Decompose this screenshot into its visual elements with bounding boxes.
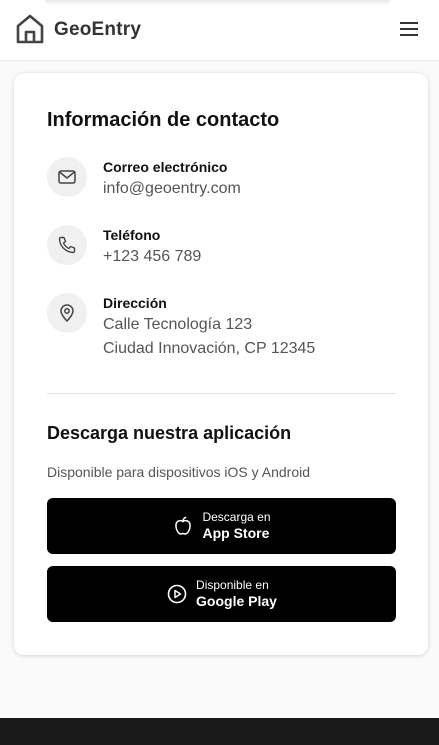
hamburger-menu-icon[interactable] bbox=[399, 20, 419, 38]
app-store-small-text: Descarga en bbox=[202, 510, 271, 525]
download-description: Disponible para dispositivos iOS y Andro… bbox=[47, 464, 311, 480]
email-icon-circle bbox=[47, 157, 87, 197]
contact-card: Información de contacto Correo electróni… bbox=[14, 73, 428, 655]
brand-name[interactable]: GeoEntry bbox=[54, 19, 141, 41]
google-play-button[interactable]: Disponible en Google Play bbox=[47, 566, 396, 622]
page-footer bbox=[0, 718, 439, 745]
phone-icon-circle bbox=[47, 225, 87, 265]
address-line-1: Calle Tecnología 123 bbox=[103, 316, 253, 333]
address-icon-circle bbox=[47, 293, 87, 333]
phone-label: Teléfono bbox=[103, 227, 161, 243]
email-value[interactable]: info@geoentry.com bbox=[103, 180, 241, 198]
phone-icon bbox=[58, 236, 76, 254]
header-shadow bbox=[45, 0, 390, 6]
map-pin-icon bbox=[60, 304, 74, 322]
contact-title: Información de contacto bbox=[47, 109, 280, 131]
address-label: Dirección bbox=[103, 295, 167, 311]
play-icon bbox=[166, 583, 188, 605]
download-title: Descarga nuestra aplicación bbox=[47, 423, 292, 443]
mail-icon bbox=[58, 170, 76, 184]
google-play-small-text: Disponible en bbox=[196, 578, 269, 593]
app-store-button[interactable]: Descarga en App Store bbox=[47, 498, 396, 554]
site-header: GeoEntry bbox=[0, 0, 439, 61]
google-play-big-text: Google Play bbox=[196, 592, 277, 609]
apple-icon bbox=[172, 515, 194, 537]
app-store-big-text: App Store bbox=[202, 524, 270, 541]
section-divider bbox=[47, 393, 396, 394]
address-line-2: Ciudad Innovación, CP 12345 bbox=[103, 340, 316, 357]
email-label: Correo electrónico bbox=[103, 159, 228, 175]
house-icon[interactable] bbox=[15, 13, 45, 45]
phone-value[interactable]: +123 456 789 bbox=[103, 248, 201, 266]
